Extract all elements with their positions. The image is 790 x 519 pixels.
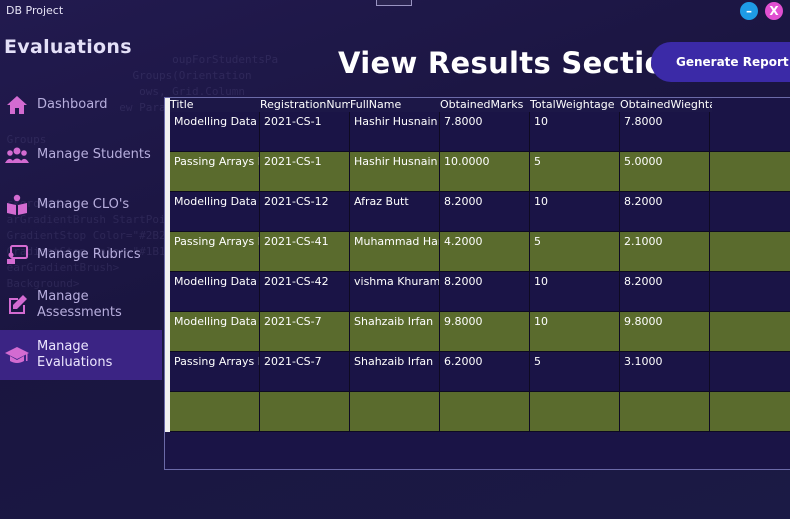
table-cell[interactable]: Hashir Husnain <box>350 112 440 152</box>
table-cell[interactable] <box>260 392 350 432</box>
table-cell[interactable]: Modelling Data <box>170 312 260 352</box>
table-cell[interactable]: 2021-CS-12 <box>260 192 350 232</box>
table-cell[interactable]: 2021-CS-1 <box>260 112 350 152</box>
table-cell[interactable]: 2021-CS-7 <box>260 312 350 352</box>
table-cell[interactable]: Passing Arrays Example <box>170 232 260 272</box>
table-row[interactable]: Passing Arrays Example 2021-CS-41 Muhamm… <box>170 232 790 272</box>
home-icon <box>4 92 30 118</box>
table-cell[interactable] <box>710 232 790 272</box>
sidebar-item-label: Manage Evaluations <box>37 339 113 370</box>
column-header-fullname[interactable]: FullName <box>350 98 440 112</box>
table-cell[interactable]: 10 <box>530 192 620 232</box>
table-row[interactable]: Modelling Data 2021-CS-7 Shahzaib Irfan … <box>170 312 790 352</box>
table-cell[interactable]: 2021-CS-41 <box>260 232 350 272</box>
table-cell[interactable]: Passing Arrays Example <box>170 352 260 392</box>
app-title: DB Project <box>6 4 64 17</box>
page-title: View Results Section <box>338 46 686 80</box>
table-cell[interactable]: 7.8000 <box>620 112 710 152</box>
table-cell[interactable]: 2.1000 <box>620 232 710 272</box>
window-icon <box>376 0 412 6</box>
sidebar-item-label: Manage CLO's <box>37 197 130 212</box>
table-cell[interactable]: 5 <box>530 152 620 192</box>
table-cell[interactable] <box>350 392 440 432</box>
table-cell[interactable]: 8.2000 <box>620 192 710 232</box>
table-row[interactable]: Modelling Data 2021-CS-1 Hashir Husnain … <box>170 112 790 152</box>
graduation-cap-icon <box>4 342 30 368</box>
table-cell[interactable] <box>710 352 790 392</box>
table-cell[interactable]: 8.2000 <box>440 272 530 312</box>
table-cell[interactable]: vishma Khuram <box>350 272 440 312</box>
table-cell[interactable]: 5 <box>530 232 620 272</box>
sidebar-item-dashboard[interactable]: Dashboard <box>0 80 162 130</box>
table-cell[interactable]: Hashir Husnain <box>350 152 440 192</box>
table-cell[interactable]: 8.2000 <box>620 272 710 312</box>
sidebar-item-students[interactable]: Manage Students <box>0 130 162 180</box>
column-header-obtained-weightage[interactable]: ObtainedWieghtage <box>620 98 712 112</box>
rubric-icon <box>4 242 30 268</box>
table-cell[interactable]: 5.0000 <box>620 152 710 192</box>
table-cell[interactable]: 8.2000 <box>440 192 530 232</box>
table-cell[interactable]: Afraz Butt <box>350 192 440 232</box>
table-cell[interactable]: 7.8000 <box>440 112 530 152</box>
table-cell[interactable]: 6.2000 <box>440 352 530 392</box>
sidebar-item-rubrics[interactable]: Manage Rubrics <box>0 230 162 280</box>
minimize-button[interactable]: – <box>740 2 758 20</box>
table-cell[interactable]: 4.2000 <box>440 232 530 272</box>
table-cell[interactable]: 3.1000 <box>620 352 710 392</box>
table-cell[interactable]: 10 <box>530 312 620 352</box>
table-row[interactable]: Passing Arrays Example 2021-CS-1 Hashir … <box>170 152 790 192</box>
table-cell[interactable]: Modelling Data <box>170 192 260 232</box>
table-cell[interactable]: Shahzaib Irfan <box>350 312 440 352</box>
table-cell[interactable] <box>710 312 790 352</box>
table-cell[interactable]: 10.0000 <box>440 152 530 192</box>
sidebar-title: Evaluations <box>4 36 132 58</box>
column-header-obtained-marks[interactable]: ObtainedMarks <box>440 98 530 112</box>
table-cell[interactable]: 2021-CS-7 <box>260 352 350 392</box>
table-cell[interactable] <box>440 392 530 432</box>
generate-report-button[interactable]: Generate Report <box>651 42 790 82</box>
users-icon <box>4 142 30 168</box>
table-cell[interactable] <box>710 272 790 312</box>
table-cell[interactable] <box>710 112 790 152</box>
sidebar-item-label: Manage Assessments <box>37 289 122 320</box>
book-icon <box>4 192 30 218</box>
close-button[interactable]: X <box>765 2 783 20</box>
sidebar: Evaluations Dashboard Manage Students Ma… <box>0 22 162 519</box>
table-row[interactable]: Modelling Data 2021-CS-12 Afraz Butt 8.2… <box>170 192 790 232</box>
table-cell[interactable] <box>530 392 620 432</box>
table-cell[interactable]: Muhammad Haris <box>350 232 440 272</box>
results-data-grid[interactable]: Title RegistrationNumber FullName Obtain… <box>164 97 790 470</box>
table-cell[interactable]: Shahzaib Irfan <box>350 352 440 392</box>
sidebar-item-label: Dashboard <box>37 97 108 112</box>
sidebar-item-label: Manage Rubrics <box>37 247 141 262</box>
column-header-total-weightage[interactable]: TotalWeightage <box>530 98 620 112</box>
table-cell[interactable] <box>710 392 790 432</box>
sidebar-item-label: Manage Students <box>37 147 151 162</box>
table-cell[interactable]: Modelling Data <box>170 272 260 312</box>
table-cell[interactable] <box>710 192 790 232</box>
table-cell[interactable]: Passing Arrays Example <box>170 152 260 192</box>
sidebar-item-evaluations[interactable]: Manage Evaluations <box>0 330 162 380</box>
column-header-registration[interactable]: RegistrationNumber <box>260 98 350 112</box>
column-header-title[interactable]: Title <box>170 98 260 112</box>
table-row[interactable]: Modelling Data 2021-CS-42 vishma Khuram … <box>170 272 790 312</box>
edit-icon <box>4 292 30 318</box>
table-cell[interactable]: 9.8000 <box>620 312 710 352</box>
table-cell[interactable]: 2021-CS-42 <box>260 272 350 312</box>
sidebar-item-assessments[interactable]: Manage Assessments <box>0 280 162 330</box>
table-cell[interactable]: 9.8000 <box>440 312 530 352</box>
table-cell[interactable] <box>170 392 260 432</box>
table-cell[interactable]: 10 <box>530 112 620 152</box>
table-cell[interactable]: 5 <box>530 352 620 392</box>
table-cell[interactable]: Modelling Data <box>170 112 260 152</box>
table-cell[interactable] <box>620 392 710 432</box>
table-cell[interactable]: 10 <box>530 272 620 312</box>
sidebar-item-clos[interactable]: Manage CLO's <box>0 180 162 230</box>
table-row-new[interactable] <box>170 392 790 432</box>
table-cell[interactable] <box>710 152 790 192</box>
table-row[interactable]: Passing Arrays Example 2021-CS-7 Shahzai… <box>170 352 790 392</box>
title-bar: DB Project – X <box>0 0 790 22</box>
table-cell[interactable]: 2021-CS-1 <box>260 152 350 192</box>
